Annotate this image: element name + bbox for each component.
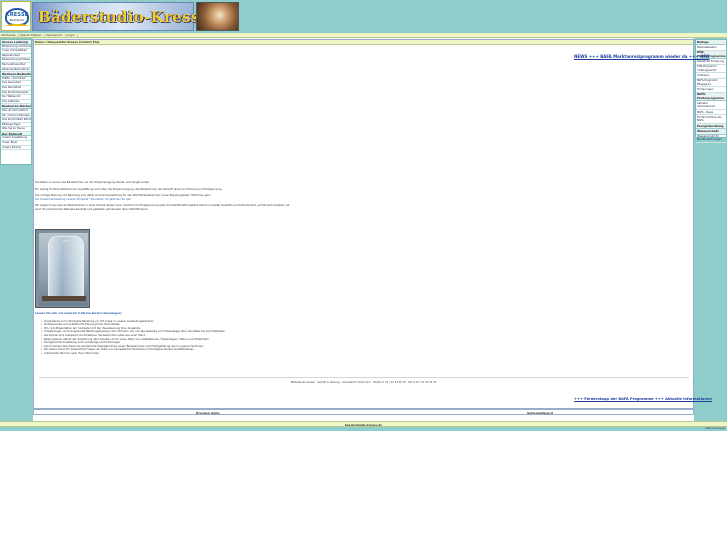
- left-sidebar: Unsere Leistung Badplanung mit Konzept Uns…: [0, 39, 32, 165]
- shower-photo: [35, 229, 90, 308]
- header-photo: [196, 2, 239, 31]
- site-banner: Bäderstudio-Kresse: [32, 2, 210, 31]
- main-content: Home> Nassesetter Kresse Comfort Plus NE…: [33, 39, 712, 409]
- top-nav-imprint[interactable]: Impressum: [46, 33, 63, 37]
- bottom-strip: [0, 427, 727, 431]
- intro-paragraph: Wir zeigen Ihnen was ein Badezimmer in e…: [35, 204, 290, 211]
- features-list: Kompetente und individuelle Beratung vor…: [35, 320, 295, 356]
- news-link[interactable]: NEWS +++ BAFA Marktanreizprogramm wieder…: [574, 54, 710, 59]
- intro-text: Die Zeiten in denen das Badezimmer nur d…: [35, 181, 295, 214]
- features-lead: Lassen Sie sich von unserem 5-Sterne-Ser…: [35, 312, 122, 315]
- intro-paragraph: Die richtige Planung und Beratung sind d…: [35, 194, 295, 201]
- features-section: Lassen Sie sich von unserem 5-Sterne-Ser…: [35, 312, 295, 356]
- company-logo[interactable]: KRESSE Bäderstudio: [1, 1, 31, 31]
- top-nav-login[interactable]: Login: [67, 33, 75, 37]
- promo-link[interactable]: +++ Förderstopp der BAFA Programme +++ A…: [574, 397, 712, 401]
- shower-tray: [42, 296, 86, 301]
- page: KRESSE Bäderstudio Bäderstudio-Kresse St…: [0, 0, 727, 545]
- nav-section-bafa-f-rderprogramm[interactable]: BAFA-Förderprogramm: [696, 92, 726, 102]
- feature-item: Individuelle Termine nach Ihren Wünschen: [41, 352, 295, 356]
- logo-text: KRESSE: [5, 12, 29, 18]
- footer-links-bar: Drucken Seite Seitenanfang ⊟: [33, 409, 694, 415]
- top-nav-bar: [0, 33, 727, 38]
- breadcrumb: Home> Nassesetter Kresse Comfort Plus: [34, 40, 693, 45]
- nav-item-kfw-programm-altersgerecht[interactable]: KfW-Programm "Altersgerecht": [696, 65, 726, 74]
- nav-item-wasserschutz-f-r-kundenwohnungen[interactable]: Wasserschutz für Kundenwohnungen: [696, 135, 726, 144]
- divider: [39, 377, 689, 378]
- nav-item-unsere-partner[interactable]: Unsere Partner: [1, 146, 31, 151]
- top-nav-sitemap[interactable]: Übersichtsplan: [20, 33, 42, 37]
- nav-item-f-rderrichtlinie-der-bafa[interactable]: Förderrichtlinie der BAFA: [696, 115, 726, 124]
- company-address: Bäderstudio Kresse · Sanitär & Heizung ·…: [290, 381, 437, 384]
- intro-paragraph: Die Zeiten in denen das Badezimmer nur d…: [35, 181, 150, 184]
- shower-glass: [48, 236, 84, 298]
- top-nav-home[interactable]: Startseite: [1, 33, 16, 37]
- nav-item-aktuelle-informationen[interactable]: Aktuelle Informationen: [696, 101, 726, 110]
- visitor-counter: http://vl-kreis.de: [704, 427, 726, 431]
- site-title: Bäderstudio-Kresse: [38, 8, 210, 26]
- nav-item-bafa-programm-pflegegrad[interactable]: BAFA-Programm Pflegegrad: [696, 79, 726, 88]
- print-page-link[interactable]: Drucken Seite: [196, 411, 220, 415]
- intro-link[interactable]: Zur Zusammenstellung unserer Produkte "T…: [35, 198, 131, 201]
- intro-paragraph: Ein wohlig Funktionalität bei der Aussta…: [35, 187, 223, 191]
- logo-wave-icon: [6, 24, 28, 28]
- shower-head-icon: [63, 240, 69, 242]
- logo-subtext: Bäderstudio: [9, 19, 25, 22]
- back-to-top-link[interactable]: Seitenanfang ⊟: [527, 411, 553, 415]
- header: KRESSE Bäderstudio Bäderstudio-Kresse: [0, 0, 727, 33]
